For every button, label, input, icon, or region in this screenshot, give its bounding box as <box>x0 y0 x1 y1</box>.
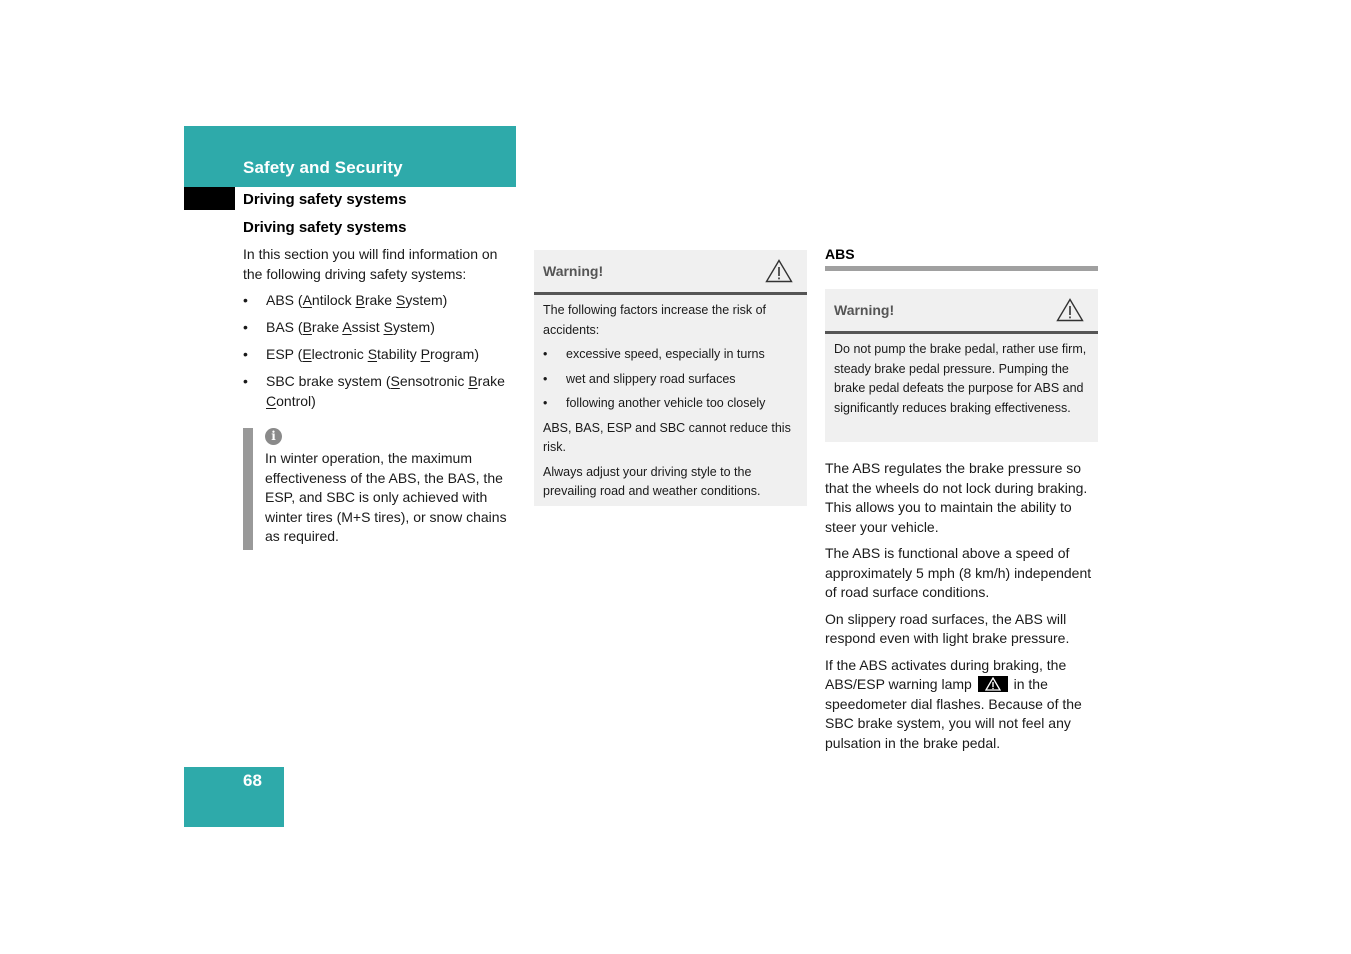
info-icon: i <box>265 428 282 445</box>
warning-risk-list: • excessive speed, especially in turns • we… <box>543 345 798 414</box>
bullet: • <box>243 373 248 389</box>
warning-item-text: excessive speed, especially in turns <box>566 347 765 361</box>
intro-heading: Driving safety systems <box>243 219 407 236</box>
abs-esp-warning-lamp-icon <box>977 676 1008 692</box>
info-bar <box>243 428 253 550</box>
bullet: • <box>543 396 548 410</box>
warning-list-item: • wet and slippery road surfaces <box>543 370 798 390</box>
warning-para-2: Always adjust your driving style to the … <box>543 464 761 499</box>
system-list-item: • BAS (Brake Assist System) <box>243 318 518 338</box>
warning-para-1: ABS, BAS, ESP and SBC cannot reduce this… <box>543 420 791 455</box>
abs-lamp-paragraph: If the ABS activates during braking, the… <box>825 656 1101 754</box>
page-number-band <box>184 767 284 827</box>
warning-list-item: • excessive speed, especially in turns <box>543 345 798 365</box>
abs-heading: ABS <box>825 246 855 262</box>
system-list-item: • ABS (Antilock Brake System) <box>243 291 518 311</box>
warning-title: Warning! <box>543 263 604 279</box>
warning-box-risk: Warning! The following factors increase … <box>534 250 807 506</box>
subsection-title: Driving safety systems <box>243 191 407 208</box>
warning-box-abs: Warning! Do not pump the brake pedal, ra… <box>825 289 1098 442</box>
abs-warning-text: Do not pump the brake pedal, rather use … <box>834 342 1087 415</box>
warning-item-text: following another vehicle too closely <box>566 396 766 410</box>
warning-triangle-icon <box>765 259 793 283</box>
warning-triangle-icon <box>1056 298 1084 322</box>
abs-paragraph: The ABS regulates the brake pressure so … <box>825 460 1088 535</box>
abs-body: The ABS regulates the brake pressure so … <box>825 459 1101 760</box>
section-marker-tab <box>184 187 235 210</box>
bullet: • <box>243 346 248 362</box>
warning-header: Warning! <box>825 289 1098 334</box>
systems-list: • ABS (Antilock Brake System) • BAS (Brake … <box>243 291 518 411</box>
info-text: In winter operation, the maximum effecti… <box>265 450 507 544</box>
system-list-item: • SBC brake system (Sensotronic Brake Con… <box>243 373 505 409</box>
intro-section: In this section you will find informatio… <box>243 245 518 419</box>
system-list-item: • ESP (Electronic Stability Program) <box>243 345 518 365</box>
bullet: • <box>543 371 548 386</box>
bullet: • <box>243 319 248 335</box>
section-title: Safety and Security <box>243 158 403 177</box>
warning-header: Warning! <box>534 250 807 295</box>
info-note: i In winter operation, the maximum effec… <box>243 428 518 550</box>
warning-intro: The following factors increase the risk … <box>543 303 767 337</box>
warning-title: Warning! <box>834 302 895 318</box>
intro-text: In this section you will find informatio… <box>243 246 498 282</box>
abs-paragraph: The ABS is functional above a speed of a… <box>825 545 1092 600</box>
bullet: • <box>543 347 548 361</box>
abs-paragraph: On slippery road surfaces, the ABS will … <box>825 610 1070 647</box>
page-number: 68 <box>243 771 262 790</box>
abs-heading-rule <box>825 266 1098 271</box>
warning-list-item: • following another vehicle too closely <box>543 394 798 414</box>
warning-item-text: wet and slippery road surfaces <box>566 371 736 386</box>
bullet: • <box>243 292 248 308</box>
